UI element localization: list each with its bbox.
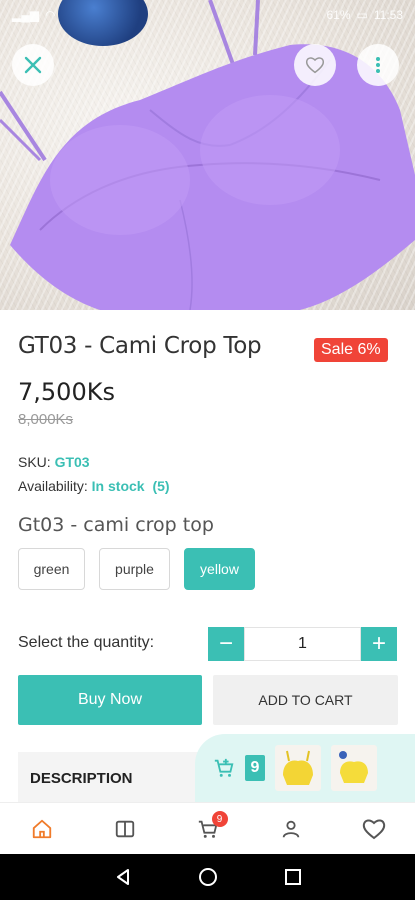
signal-icon: ▂▄▆	[12, 8, 39, 22]
mini-cart-panel[interactable]: 9	[195, 734, 415, 802]
crop-top-photo	[0, 0, 415, 310]
battery-text: 61%	[326, 8, 351, 22]
product-image: ▂▄▆ ◠ 61% ▭ 11:53	[0, 0, 415, 310]
buy-now-button[interactable]: Buy Now	[18, 675, 202, 725]
add-cart-icon	[214, 758, 234, 777]
cart-thumbnail[interactable]	[331, 745, 377, 791]
wifi-icon: ◠	[44, 8, 56, 22]
nav-categories[interactable]	[83, 803, 166, 854]
wishlist-button[interactable]	[294, 44, 336, 86]
close-icon	[24, 56, 42, 74]
battery-icon: ▭	[356, 8, 368, 22]
bottom-navigation: 9	[0, 802, 415, 854]
home-circle-icon[interactable]	[198, 867, 218, 887]
system-navigation-bar	[0, 854, 415, 900]
mini-cart-count: 9	[245, 755, 265, 781]
sale-badge: Sale 6%	[314, 338, 388, 362]
variant-purple[interactable]: purple	[99, 548, 170, 590]
variant-options: green purple yellow	[18, 548, 255, 590]
sku-value: GT03	[54, 454, 90, 470]
user-icon	[282, 820, 299, 838]
sku-label: SKU:	[18, 454, 51, 470]
quantity-decrease-button[interactable]: −	[208, 627, 244, 661]
availability-row: Availability: In stock (5)	[18, 478, 170, 494]
close-button[interactable]	[12, 44, 54, 86]
availability-value: In stock	[91, 478, 145, 494]
description-tab[interactable]: DESCRIPTION	[18, 752, 218, 802]
nav-cart[interactable]: 9	[166, 803, 249, 854]
book-icon	[115, 820, 134, 837]
recents-icon[interactable]	[284, 868, 302, 886]
variant-green[interactable]: green	[18, 548, 85, 590]
quantity-stepper: − 1 +	[208, 627, 397, 661]
status-bar: ▂▄▆ ◠ 61% ▭ 11:53	[0, 0, 415, 30]
back-icon[interactable]	[113, 867, 133, 887]
variant-title: Gt03 - cami crop top	[18, 514, 214, 536]
cart-count-badge: 9	[211, 811, 228, 827]
yellow-top-thumbnail	[283, 750, 313, 785]
add-to-cart-button[interactable]: ADD TO CART	[213, 675, 398, 725]
status-time: 11:53	[373, 8, 403, 22]
quantity-label: Select the quantity:	[18, 634, 155, 651]
nav-wishlist[interactable]	[332, 803, 415, 854]
description-label: DESCRIPTION	[30, 770, 133, 787]
variant-yellow[interactable]: yellow	[184, 548, 255, 590]
more-vertical-icon	[376, 57, 380, 73]
stock-count: (5)	[152, 478, 170, 494]
product-title: GT03 - Cami Crop Top	[18, 333, 262, 359]
more-options-button[interactable]	[357, 44, 399, 86]
price: 7,500Ks	[18, 378, 115, 406]
home-icon	[32, 819, 51, 838]
quantity-input[interactable]: 1	[244, 627, 361, 661]
yellow-top-thumbnail	[339, 751, 368, 783]
cart-thumbnail[interactable]	[275, 745, 321, 791]
heart-outline-icon	[305, 57, 325, 74]
sku-row: SKU: GT03	[18, 454, 90, 470]
nav-account[interactable]	[249, 803, 332, 854]
heart-icon	[362, 819, 385, 839]
nav-home[interactable]	[0, 803, 83, 854]
availability-label: Availability:	[18, 478, 88, 494]
quantity-increase-button[interactable]: +	[361, 627, 397, 661]
old-price: 8,000Ks	[18, 411, 74, 428]
